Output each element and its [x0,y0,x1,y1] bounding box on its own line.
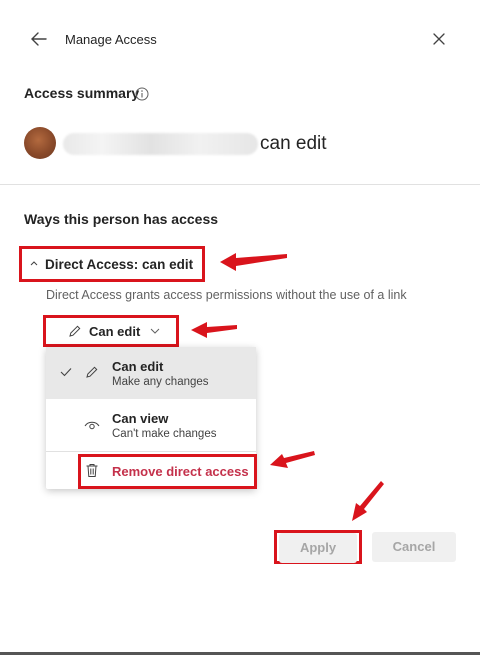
arrow-permission [191,322,237,338]
arrow-remove [270,451,315,468]
arrow-direct-access [220,253,287,271]
arrow-apply [352,481,384,521]
annotation-arrows [191,253,384,521]
